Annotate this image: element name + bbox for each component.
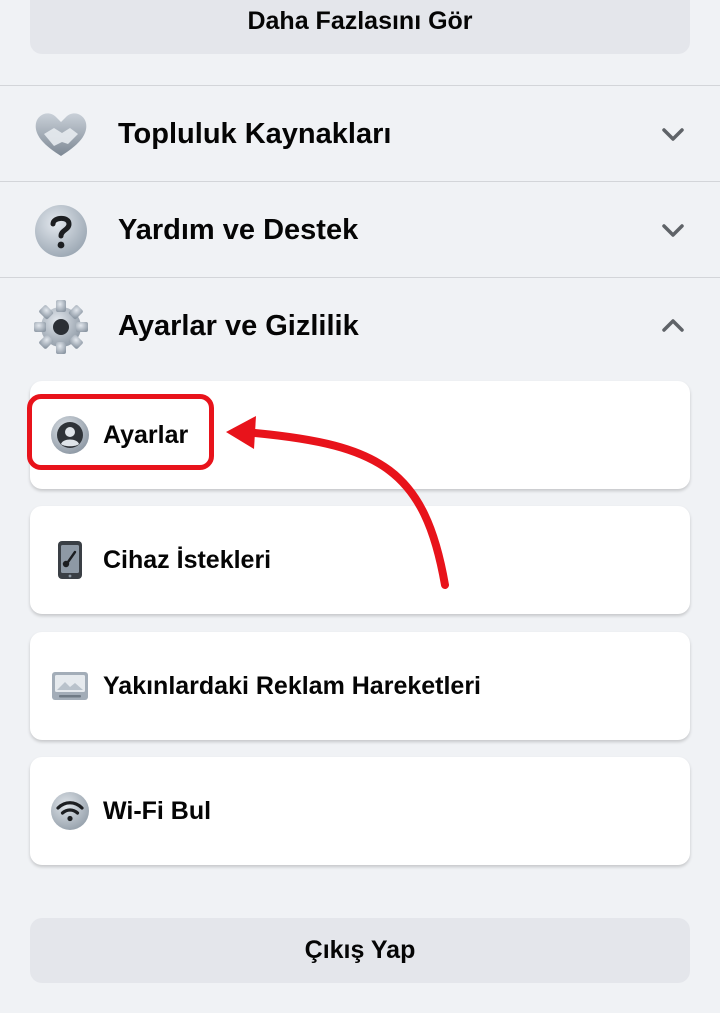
- gear-icon: [34, 300, 88, 354]
- handshake-heart-icon: [35, 113, 87, 156]
- menu-item-label: Yakınlardaki Reklam Hareketleri: [103, 671, 482, 700]
- ad-screen-icon: [52, 672, 88, 700]
- chevron-up-icon: [662, 319, 684, 332]
- see-more-button[interactable]: Daha Fazlasını Gör: [30, 0, 690, 54]
- chevron-down-icon: [662, 224, 684, 237]
- section-label: Ayarlar ve Gizlilik: [118, 309, 359, 342]
- chevron-down-icon: [662, 128, 684, 141]
- see-more-label: Daha Fazlasını Gör: [247, 6, 473, 35]
- section-label: Topluluk Kaynakları: [118, 117, 392, 150]
- section-label: Yardım ve Destek: [118, 213, 359, 246]
- logout-button[interactable]: Çıkış Yap: [30, 918, 690, 983]
- menu-item-find-wifi[interactable]: Wi-Fi Bul: [30, 757, 690, 865]
- menu-item-device-requests[interactable]: Cihaz İstekleri: [30, 506, 690, 614]
- section-community-resources[interactable]: Topluluk Kaynakları: [0, 86, 720, 182]
- menu-item-recent-ad-activity[interactable]: Yakınlardaki Reklam Hareketleri: [30, 632, 690, 740]
- section-help-support[interactable]: Yardım ve Destek: [0, 182, 720, 278]
- question-mark-icon: [35, 205, 87, 257]
- menu-item-label: Cihaz İstekleri: [103, 545, 272, 574]
- annotation-highlight-box: [27, 394, 214, 470]
- logout-label: Çıkış Yap: [304, 936, 416, 964]
- phone-key-icon: [58, 541, 82, 579]
- menu-item-label: Wi-Fi Bul: [103, 796, 212, 825]
- wifi-icon: [51, 792, 89, 830]
- section-settings-privacy[interactable]: Ayarlar ve Gizlilik: [0, 278, 720, 374]
